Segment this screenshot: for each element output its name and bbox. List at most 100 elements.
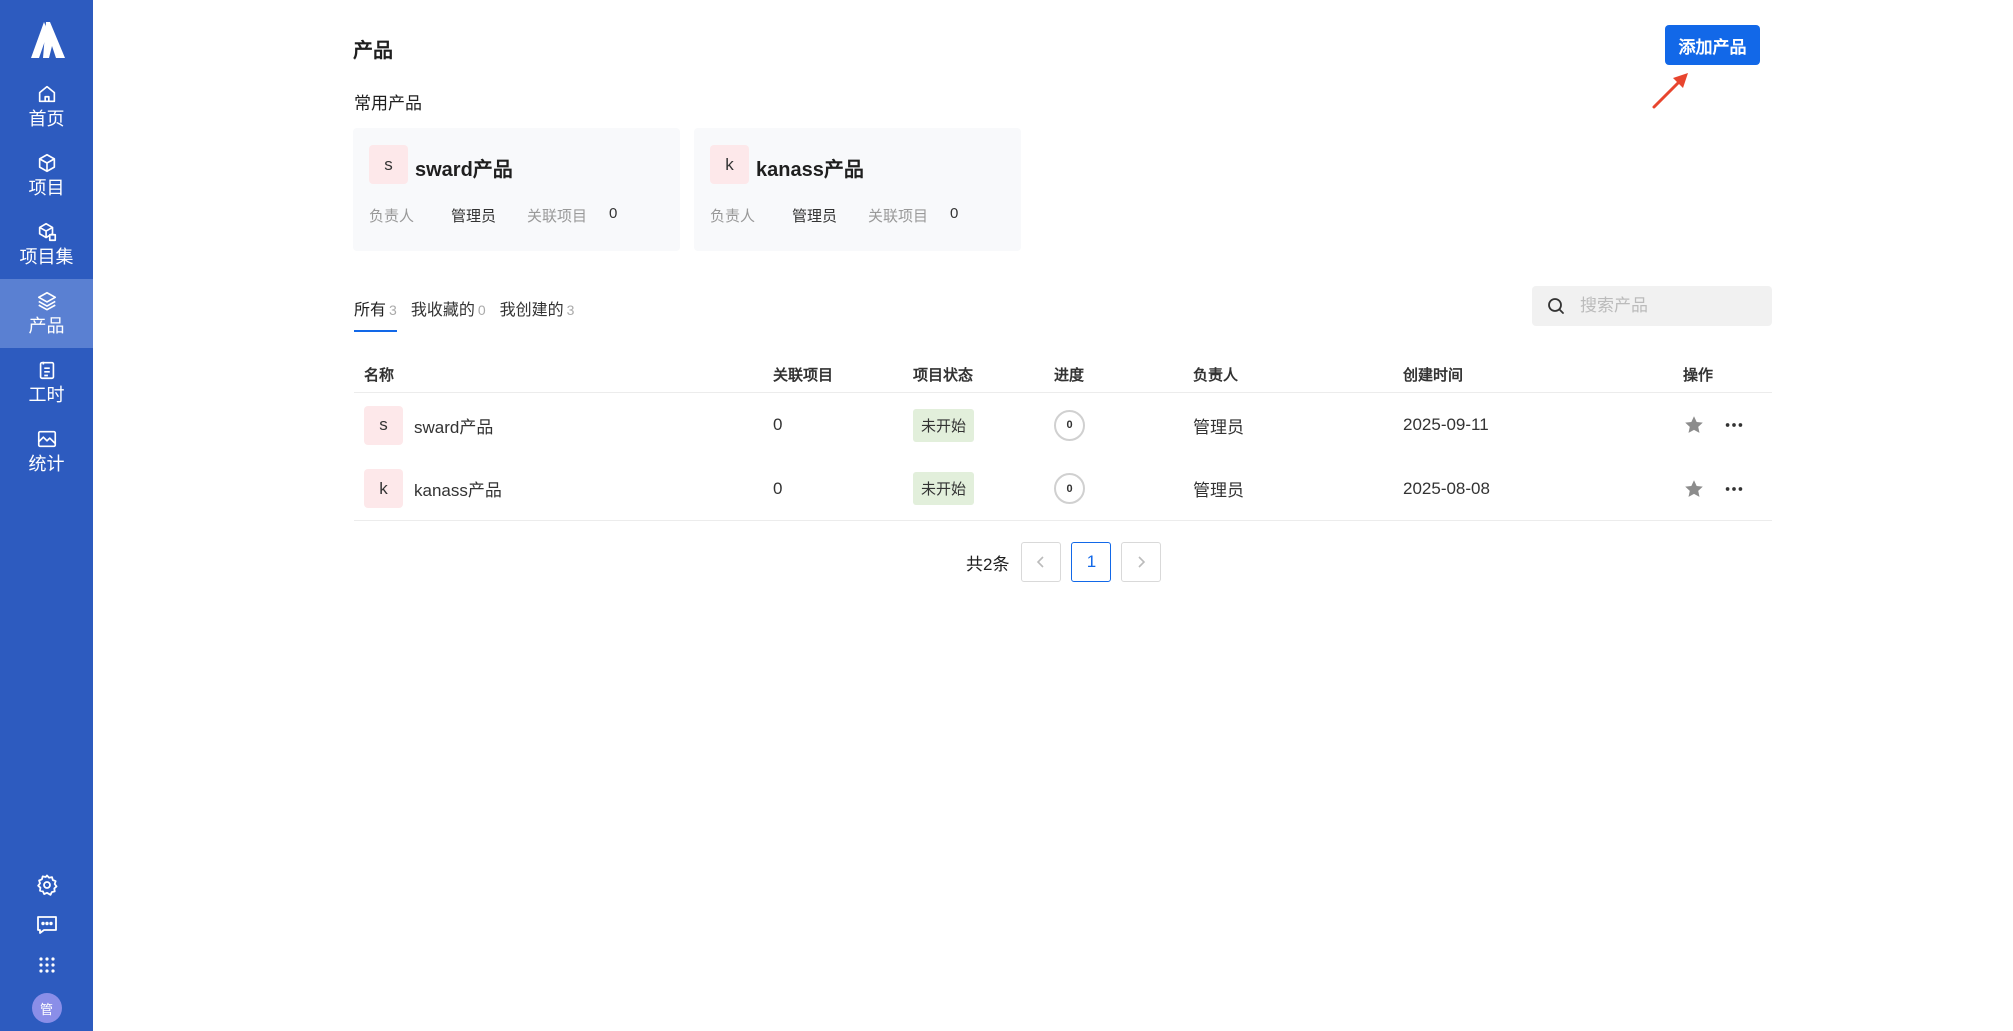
cell-status: 未开始 [913,408,1054,442]
sidebar-item-home[interactable]: 首页 [0,72,93,141]
owner-value: 管理员 [792,208,838,225]
status-badge: 未开始 [913,408,975,442]
more-button[interactable] [1723,414,1745,436]
projects-label: 关联项目 [868,208,929,225]
annotation-arrow-icon [1652,73,1688,109]
projects-label: 关联项目 [527,208,588,225]
product-initial-icon: k [710,145,749,184]
tab-count: 3 [389,302,397,318]
app-logo-icon[interactable] [27,18,67,60]
product-name-link[interactable]: kanass产品 [414,476,502,501]
avatar[interactable]: 管 [31,993,62,1023]
product-card-meta: 负责人 管理员 关联项目 0 [369,205,617,226]
sidebar-bottom: 管 [0,865,93,1031]
product-card[interactable]: s sward产品 负责人 管理员 关联项目 0 [353,128,680,251]
page-button[interactable]: 1 [1071,542,1112,582]
chart-image-icon [37,430,56,448]
header-owner: 负责人 [1193,367,1239,384]
sidebar-nav: 首页 项目 项目集 产品 工时 统计 [0,72,93,486]
product-name-link[interactable]: sward产品 [414,413,493,438]
tab-favorites[interactable]: 我收藏的 0 [411,296,486,332]
sidebar-item-label: 项目集 [19,247,74,267]
search-input[interactable] [1580,296,1760,316]
star-icon [1685,479,1703,497]
more-button[interactable] [1723,478,1745,500]
sidebar-item-project-set[interactable]: 项目集 [0,210,93,279]
apps-grid-icon [38,957,55,973]
tab-count: 0 [477,302,486,318]
product-card[interactable]: k kanass产品 负责人 管理员 关联项目 0 [694,128,1021,251]
sidebar-item-label: 项目 [28,178,65,198]
apps-button[interactable] [0,945,93,985]
cell-created: 2025-09-11 [1403,415,1489,434]
tab-all[interactable]: 所有 3 [354,296,397,332]
sidebar-item-timesheet[interactable]: 工时 [0,348,93,417]
settings-button[interactable] [0,865,93,905]
chevron-left-icon [1037,556,1045,568]
star-icon [1685,416,1703,433]
prev-page-button[interactable] [1021,542,1062,582]
cell-ops [1683,414,1772,436]
table-row[interactable]: k kanass产品 0 未开始 0 管理员 2025-08-08 [354,457,1772,521]
cell-ops [1683,478,1772,500]
frequent-products: s sward产品 负责人 管理员 关联项目 0 k kanass产品 负责人 … [353,128,1021,251]
header-progress: 进度 [1054,367,1085,384]
sidebar-item-label: 产品 [28,316,65,336]
tab-count: 3 [566,302,575,318]
pagination-total: 共2条 [966,554,1010,574]
cell-created: 2025-08-08 [1403,478,1490,498]
owner-label: 负责人 [710,208,756,225]
product-card-meta: 负责人 管理员 关联项目 0 [710,205,958,226]
product-table: 名称 关联项目 项目状态 进度 负责人 创建时间 操作 s sward产品 0 … [354,357,1772,521]
search-icon [1548,298,1564,314]
favorite-button[interactable] [1683,478,1705,500]
product-initial-icon: s [364,405,403,445]
next-page-button[interactable] [1121,542,1162,582]
more-dots-icon [1725,423,1743,427]
sidebar-item-statistics[interactable]: 统计 [0,417,93,486]
table-header: 名称 关联项目 项目状态 进度 负责人 创建时间 操作 [354,357,1772,393]
product-initial-icon: k [364,469,403,508]
home-icon [38,85,55,103]
message-button[interactable] [0,905,93,945]
filter-tabs: 所有 3 我收藏的 0 我创建的 3 [354,296,574,332]
status-badge: 未开始 [913,472,975,505]
sidebar-item-label: 工时 [28,385,65,405]
add-product-button[interactable]: 添加产品 [1665,25,1760,65]
header-status: 项目状态 [913,367,974,384]
product-initial-icon: s [369,145,408,184]
sidebar-item-project[interactable]: 项目 [0,141,93,210]
projects-value: 0 [609,205,618,222]
header-created: 创建时间 [1403,367,1464,384]
sidebar-item-label: 统计 [28,454,65,474]
cell-projects: 0 [773,478,783,498]
tab-created[interactable]: 我创建的 3 [500,296,575,332]
product-card-name: kanass产品 [756,159,864,181]
gear-icon [36,874,57,896]
pagination: 共2条 1 [966,542,1162,582]
cell-name: s sward产品 [354,405,773,445]
cell-status: 未开始 [913,472,1054,505]
cube-set-icon [38,222,56,242]
header-projects: 关联项目 [773,367,834,384]
projects-value: 0 [950,205,959,222]
frequent-products-label: 常用产品 [354,94,422,113]
owner-label: 负责人 [369,208,415,225]
layers-icon [37,291,56,311]
cell-projects: 0 [773,415,783,434]
favorite-button[interactable] [1683,414,1705,436]
sidebar-item-product[interactable]: 产品 [0,279,93,348]
header-name: 名称 [364,367,395,384]
tab-label: 我收藏的 [410,302,475,319]
owner-value: 管理员 [451,208,497,225]
page-title: 产品 [353,40,393,62]
header-ops: 操作 [1683,367,1714,384]
cube-icon [38,153,55,173]
table-row[interactable]: s sward产品 0 未开始 0 管理员 2025-09-11 [354,393,1772,457]
progress-circle: 0 [1054,473,1085,504]
cell-owner: 管理员 [1193,481,1244,500]
search-box [1532,286,1772,326]
more-dots-icon [1725,486,1743,491]
cell-owner: 管理员 [1193,417,1244,437]
tab-label: 所有 [354,302,387,319]
